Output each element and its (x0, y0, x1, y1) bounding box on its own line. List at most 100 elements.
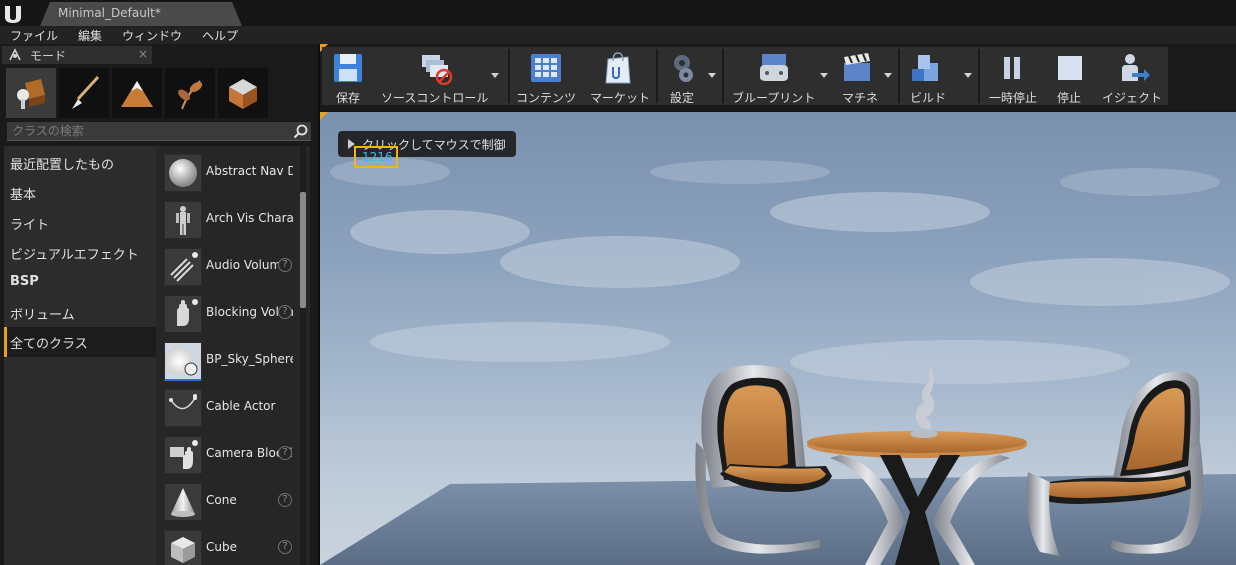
pause-label: 一時停止 (989, 91, 1038, 105)
mode-selector (2, 66, 316, 122)
matinee-dropdown-icon[interactable] (884, 73, 892, 78)
category-recent[interactable]: 最近配置したもの (4, 148, 156, 178)
category-visual-effects[interactable]: ビジュアルエフェクト (4, 238, 156, 268)
landscape-mode-button[interactable] (112, 68, 162, 118)
landscape-icon (121, 81, 153, 107)
menu-window[interactable]: ウィンドウ (122, 27, 182, 44)
settings-label: 設定 (670, 91, 695, 105)
category-label: 基本 (10, 188, 37, 203)
class-search (7, 122, 311, 141)
matinee-label: マチネ (842, 91, 879, 105)
place-mode-button[interactable] (6, 68, 56, 118)
matinee-icon (844, 53, 870, 81)
class-name: Abstract Nav Data (206, 164, 293, 178)
geometry-icon (229, 79, 257, 109)
document-tab-label: Minimal_Default* (58, 6, 161, 20)
camera-blocking-icon (164, 436, 202, 474)
unreal-logo-icon[interactable] (2, 2, 24, 24)
build-button[interactable]: ビルド (902, 47, 962, 105)
category-label: 最近配置したもの (10, 158, 115, 173)
fps-value: 1216 (362, 150, 393, 164)
help-icon[interactable]: ? (278, 540, 292, 554)
category-bsp[interactable]: BSP (4, 268, 156, 298)
stop-icon (1058, 56, 1082, 80)
mode-tab-label: モード (30, 49, 67, 63)
paint-brush-icon (72, 75, 100, 109)
class-item-cable-actor[interactable]: Cable Actor (156, 385, 306, 432)
eject-icon (1122, 54, 1150, 81)
class-item-abstract-nav-data[interactable]: Abstract Nav Data (156, 150, 306, 197)
pause-button[interactable]: 一時停止 (984, 47, 1040, 105)
class-item-arch-vis-character[interactable]: Arch Vis Character (156, 197, 306, 244)
eject-label: イジェクト (1102, 91, 1163, 105)
category-basic[interactable]: 基本 (4, 178, 156, 208)
settings-dropdown-icon[interactable] (708, 73, 716, 78)
source-control-button[interactable]: ソースコントロール (376, 47, 502, 105)
class-list-scrollbar[interactable] (300, 192, 306, 308)
class-name: BP_Sky_Sphere (206, 352, 293, 366)
close-icon[interactable]: × (138, 47, 148, 61)
market-label: マーケット (590, 91, 651, 105)
menu-bar: ファイル 編集 ウィンドウ ヘルプ (0, 26, 1236, 44)
class-item-blocking-volume[interactable]: Blocking Volume ? (156, 291, 306, 338)
class-item-camera-blocking-volume[interactable]: Camera Blocking Volume ? (156, 432, 306, 479)
cable-icon (164, 389, 202, 427)
menu-edit[interactable]: 編集 (78, 27, 102, 44)
class-list: Abstract Nav Data Arch Vis Character Aud… (156, 146, 310, 565)
class-item-bp-sky-sphere[interactable]: BP_Sky_Sphere (156, 338, 306, 385)
class-item-cone[interactable]: Cone ? (156, 479, 306, 526)
search-icon[interactable] (293, 124, 308, 139)
category-label: 全てのクラス (10, 337, 88, 352)
blueprint-button[interactable]: ブループリント (726, 47, 824, 105)
cube-icon (164, 530, 202, 565)
pause-icon (1004, 57, 1020, 79)
build-dropdown-icon[interactable] (964, 73, 972, 78)
help-icon[interactable]: ? (278, 305, 292, 319)
scene-render (320, 158, 1236, 565)
source-control-dropdown-icon[interactable] (491, 73, 499, 78)
stop-button[interactable]: 停止 (1046, 47, 1092, 105)
help-icon[interactable]: ? (278, 258, 292, 272)
category-label: ボリューム (10, 308, 75, 323)
save-button[interactable]: 保存 (322, 47, 374, 105)
cone-icon (164, 483, 202, 521)
content-icon (531, 54, 561, 82)
paint-mode-button[interactable] (59, 68, 109, 118)
modes-icon (9, 48, 21, 61)
build-icon (912, 55, 938, 81)
blueprint-dropdown-icon[interactable] (820, 73, 828, 78)
blueprint-icon (760, 54, 788, 81)
class-item-audio-volume[interactable]: Audio Volume ? (156, 244, 306, 291)
level-viewport[interactable]: クリックしてマウスで制御 1216 (320, 112, 1236, 565)
category-all-classes[interactable]: 全てのクラス (4, 327, 156, 357)
category-label: ビジュアルエフェクト (10, 248, 139, 263)
mode-tab[interactable]: モード × (2, 46, 152, 64)
class-search-input[interactable] (7, 122, 292, 140)
category-label: BSP (10, 274, 39, 289)
gear-icon (674, 55, 693, 82)
toolbar-separator (978, 49, 980, 103)
stop-label: 停止 (1057, 91, 1082, 105)
category-lights[interactable]: ライト (4, 208, 156, 238)
help-icon[interactable]: ? (278, 493, 292, 507)
toolbar-separator (508, 49, 510, 103)
market-button[interactable]: マーケット (582, 47, 654, 105)
save-icon (334, 54, 362, 82)
mode-panel: モード × クラスの検索 最近配置したもの 基本 ライト ビジュアルエフェクト … (0, 44, 320, 565)
class-item-cube[interactable]: Cube ? (156, 526, 306, 565)
menu-file[interactable]: ファイル (10, 27, 58, 44)
help-icon[interactable]: ? (278, 446, 292, 460)
eject-button[interactable]: イジェクト (1098, 47, 1166, 105)
content-button[interactable]: コンテンツ (512, 47, 578, 105)
geometry-mode-button[interactable] (218, 68, 268, 118)
foliage-icon (178, 80, 203, 110)
category-volumes[interactable]: ボリューム (4, 298, 156, 328)
viewport-corner-marker (320, 112, 328, 120)
menu-help[interactable]: ヘルプ (202, 27, 238, 44)
content-label: コンテンツ (516, 91, 577, 105)
category-list: 最近配置したもの 基本 ライト ビジュアルエフェクト BSP ボリューム 全ての… (4, 146, 156, 565)
foliage-mode-button[interactable] (165, 68, 215, 118)
blueprint-label: ブループリント (732, 91, 816, 105)
fps-counter-highlight: 1216 (354, 146, 398, 168)
document-tab[interactable]: Minimal_Default* (40, 2, 242, 26)
